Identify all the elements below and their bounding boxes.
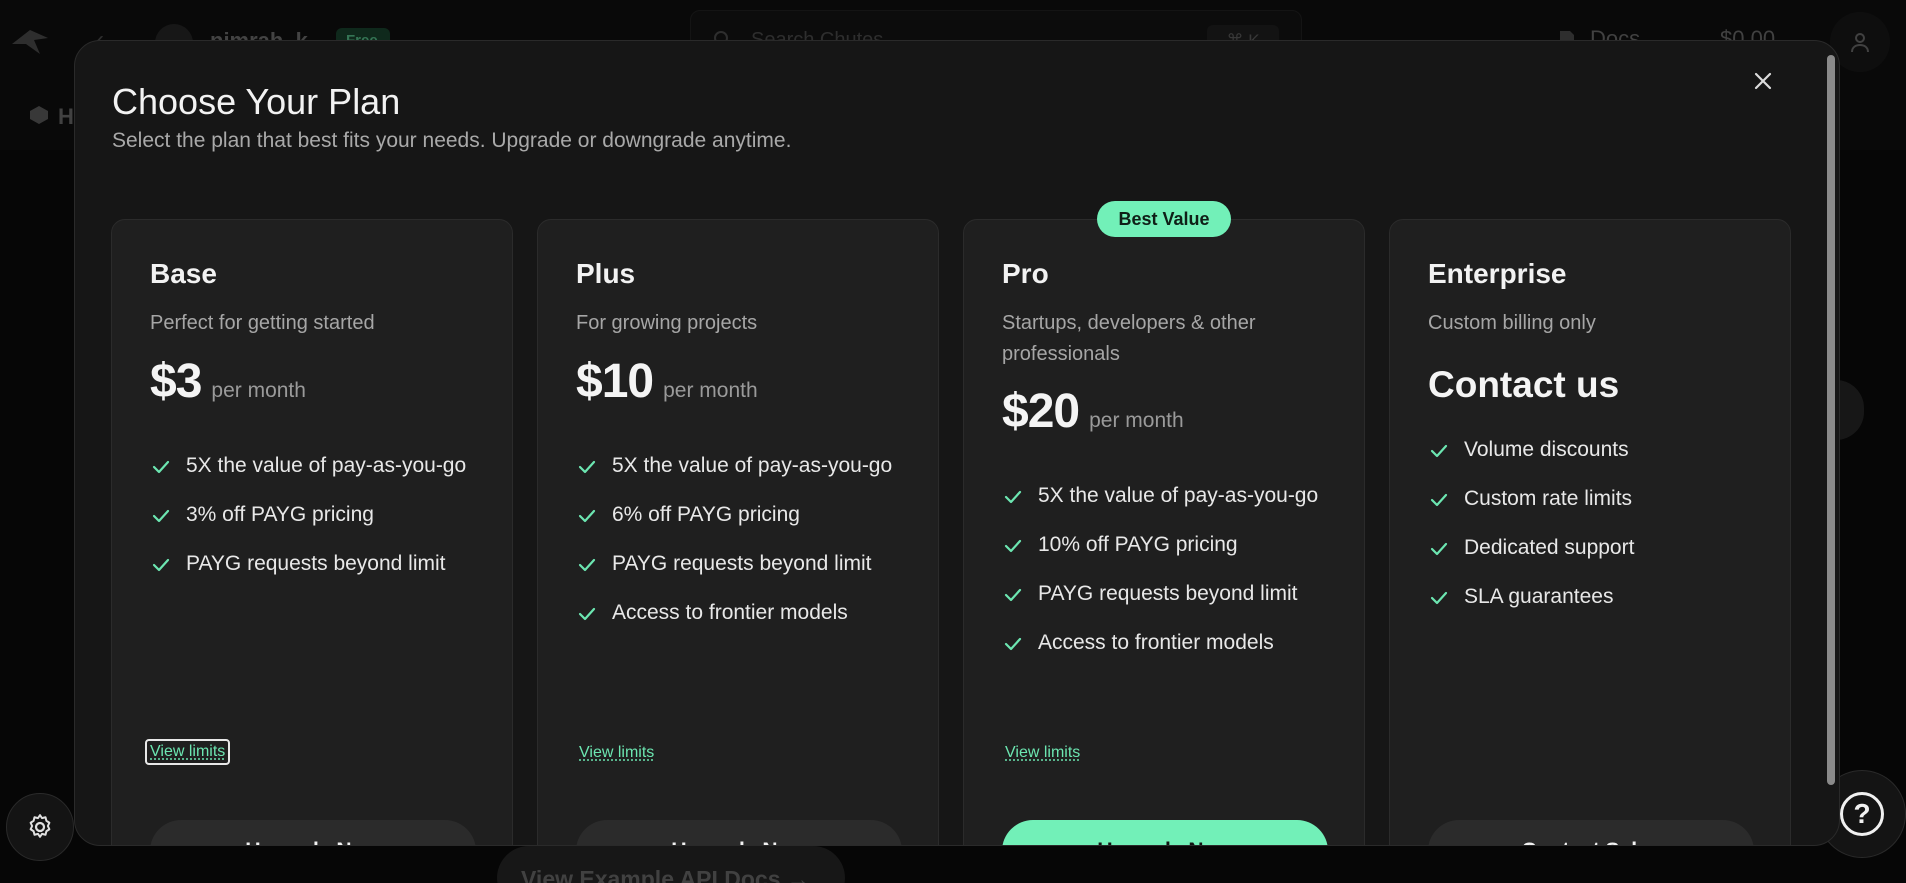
feature-item: 6% off PAYG pricing <box>576 499 916 530</box>
feature-item: PAYG requests beyond limit <box>150 548 490 579</box>
plan-description: Startups, developers & other professiona… <box>1002 312 1256 365</box>
feature-item: 5X the value of pay-as-you-go <box>576 450 916 481</box>
plan-name: Pro <box>1002 258 1049 289</box>
check-icon <box>1004 637 1022 651</box>
plan-card-enterprise: Enterprise Custom billing only Contact u… <box>1389 219 1791 845</box>
check-icon <box>578 509 596 523</box>
plan-description: For growing projects <box>576 312 758 334</box>
feature-item: SLA guarantees <box>1428 581 1768 612</box>
check-icon <box>1004 588 1022 602</box>
feature-list: 5X the value of pay-as-you-go 10% off PA… <box>1002 480 1342 676</box>
check-icon <box>152 509 170 523</box>
gear-icon <box>29 814 51 838</box>
feature-item: 5X the value of pay-as-you-go <box>150 450 490 481</box>
plan-card-plus: Plus For growing projects $10 per month … <box>537 219 939 845</box>
feature-item: Access to frontier models <box>1002 627 1342 658</box>
plan-description: Custom billing only <box>1428 312 1596 334</box>
contact-sales-button[interactable]: Contact Sales <box>1428 820 1754 845</box>
feature-text: Custom rate limits <box>1464 487 1633 510</box>
check-icon <box>578 558 596 572</box>
plan-price: $10 <box>576 355 654 408</box>
plan-price: $3 <box>150 355 202 408</box>
price-row: $20 per month <box>1002 384 1184 439</box>
feature-item: Custom rate limits <box>1428 483 1768 514</box>
settings-button[interactable] <box>6 793 74 861</box>
modal-subtitle: Select the plan that best fits your need… <box>112 129 792 152</box>
plan-card-pro: Pro Startups, developers & other profess… <box>963 219 1365 845</box>
price-period: per month <box>211 379 306 402</box>
feature-list: 5X the value of pay-as-you-go 3% off PAY… <box>150 450 490 597</box>
check-icon <box>1430 444 1448 458</box>
feature-text: 3% off PAYG pricing <box>186 503 374 526</box>
modal-title: Choose Your Plan <box>112 81 401 122</box>
plan-name: Plus <box>576 258 636 289</box>
price-period: per month <box>663 379 758 402</box>
close-button[interactable] <box>1745 63 1781 99</box>
plan-description: Perfect for getting started <box>150 312 375 334</box>
view-limits-link[interactable]: View limits <box>576 742 657 764</box>
feature-text: 5X the value of pay-as-you-go <box>186 454 467 477</box>
upgrade-button[interactable]: Upgrade Now <box>576 820 902 845</box>
feature-list: Volume discounts Custom rate limits Dedi… <box>1428 434 1768 630</box>
feature-text: PAYG requests beyond limit <box>612 552 872 575</box>
check-icon <box>1004 490 1022 504</box>
feature-text: 5X the value of pay-as-you-go <box>1038 484 1319 507</box>
feature-item: 5X the value of pay-as-you-go <box>1002 480 1342 511</box>
price-period: per month <box>1089 409 1184 432</box>
feature-item: Volume discounts <box>1428 434 1768 465</box>
feature-item: 3% off PAYG pricing <box>150 499 490 530</box>
check-icon <box>578 460 596 474</box>
plan-card-base: Base Perfect for getting started $3 per … <box>111 219 513 845</box>
feature-text: Access to frontier models <box>1038 631 1274 654</box>
feature-list: 5X the value of pay-as-you-go 6% off PAY… <box>576 450 916 646</box>
feature-item: 10% off PAYG pricing <box>1002 529 1342 560</box>
feature-text: SLA guarantees <box>1464 585 1614 608</box>
close-icon <box>1754 72 1772 90</box>
check-icon <box>1004 539 1022 553</box>
check-icon <box>152 558 170 572</box>
scrollbar[interactable] <box>1827 55 1835 785</box>
feature-item: PAYG requests beyond limit <box>1002 578 1342 609</box>
plan-modal: Choose Your Plan Select the plan that be… <box>74 40 1840 846</box>
check-icon <box>1430 542 1448 556</box>
check-icon <box>1430 591 1448 605</box>
check-icon <box>1430 493 1448 507</box>
plan-name: Enterprise <box>1428 258 1567 289</box>
price-row: $10 per month <box>576 354 758 409</box>
feature-text: PAYG requests beyond limit <box>1038 582 1298 605</box>
upgrade-button[interactable]: Upgrade Now <box>1002 820 1328 845</box>
feature-text: PAYG requests beyond limit <box>186 552 446 575</box>
check-icon <box>152 460 170 474</box>
feature-text: 5X the value of pay-as-you-go <box>612 454 893 477</box>
plan-price: Contact us <box>1428 364 1620 405</box>
feature-text: Dedicated support <box>1464 536 1635 559</box>
price-row: $3 per month <box>150 354 306 409</box>
help-icon: ? <box>1840 792 1884 836</box>
feature-text: Volume discounts <box>1464 438 1629 461</box>
feature-text: Access to frontier models <box>612 601 848 624</box>
upgrade-button[interactable]: Upgrade Now <box>150 820 476 845</box>
feature-item: Access to frontier models <box>576 597 916 628</box>
feature-text: 10% off PAYG pricing <box>1038 533 1238 556</box>
feature-item: Dedicated support <box>1428 532 1768 563</box>
best-value-badge: Best Value <box>1097 201 1231 237</box>
plan-price: $20 <box>1002 385 1080 438</box>
view-limits-link[interactable]: View limits <box>1002 742 1083 764</box>
feature-text: 6% off PAYG pricing <box>612 503 800 526</box>
plan-name: Base <box>150 258 217 289</box>
check-icon <box>578 607 596 621</box>
feature-item: PAYG requests beyond limit <box>576 548 916 579</box>
view-limits-link[interactable]: View limits <box>145 739 231 765</box>
